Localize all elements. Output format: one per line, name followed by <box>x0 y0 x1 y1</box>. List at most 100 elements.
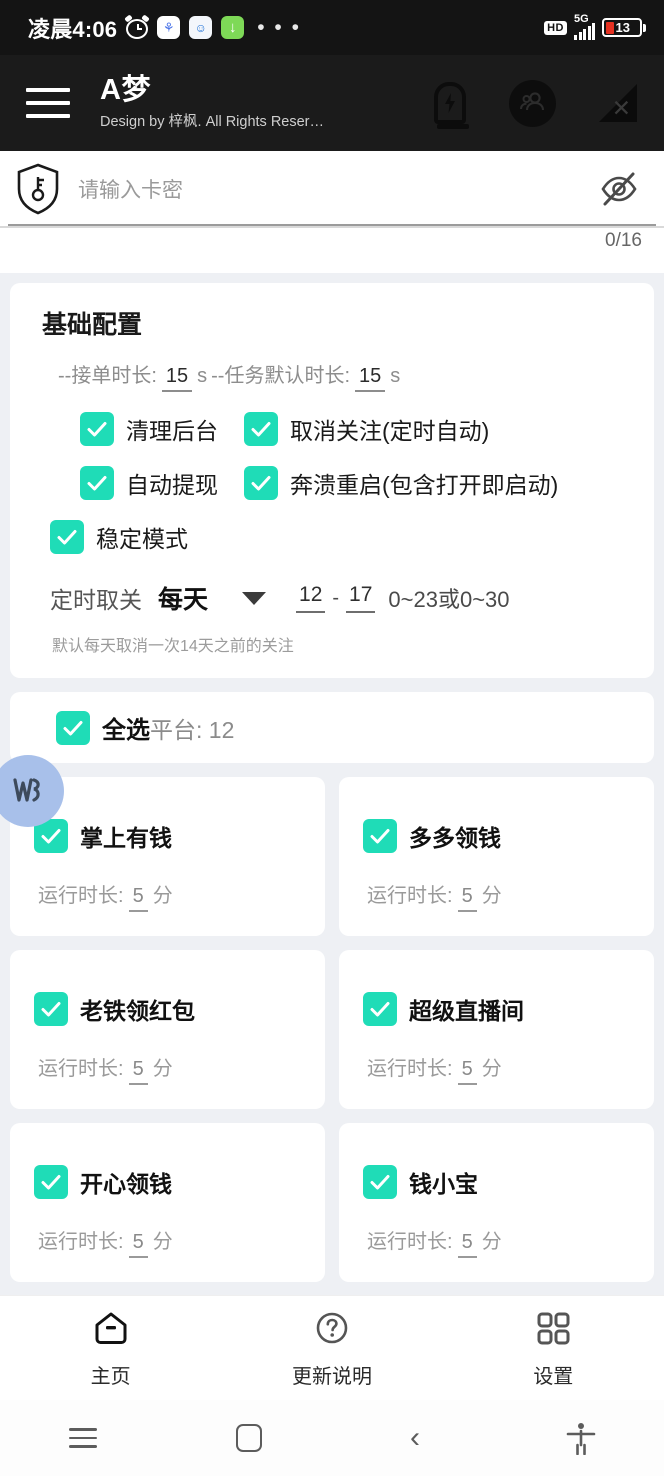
battery-boost-icon[interactable] <box>426 79 474 129</box>
phone-screen: 凌晨4:06 ⚘ ☺ ↓ • • • HD 5G 13 A梦 Design by… <box>0 0 664 1476</box>
signal-off-icon[interactable]: ✕ <box>590 79 638 127</box>
checkbox-platform[interactable] <box>363 819 397 853</box>
schedule-start-input[interactable]: 12 <box>296 583 326 613</box>
accept-duration-input[interactable]: 15 <box>161 365 193 392</box>
checkbox-clear-background[interactable] <box>80 412 114 446</box>
app-subtitle: Design by 梓枫. All Rights Reser… <box>100 114 325 131</box>
platform-card[interactable]: 多多领钱 运行时长: 5 分 <box>339 777 654 936</box>
status-bar: 凌晨4:06 ⚘ ☺ ↓ • • • HD 5G 13 <box>0 0 664 55</box>
download-icon: ↓ <box>221 16 245 39</box>
input-underline <box>8 224 656 226</box>
status-bar-left: 凌晨4:06 ⚘ ☺ ↓ • • • <box>28 12 301 44</box>
run-duration-input[interactable]: 5 <box>457 885 477 912</box>
run-duration-label: 运行时长: <box>367 1231 453 1253</box>
select-all-panel: 全选 平台: 12 <box>10 692 654 763</box>
checkbox-row-2: 自动提现 奔溃重启(包含打开即启动) <box>80 466 634 500</box>
default-duration-input[interactable]: 15 <box>355 365 386 392</box>
checkbox-platform[interactable] <box>34 992 68 1026</box>
schedule-separator: - <box>332 586 340 609</box>
bottom-tabbar: 主页 更新说明 设置 <box>0 1295 664 1400</box>
doraemon-app-icon: ☺ <box>189 16 213 39</box>
chevron-down-icon[interactable] <box>242 591 267 605</box>
status-bar-right: HD 5G 13 <box>544 14 646 40</box>
platform-name: 开心领钱 <box>80 1171 172 1197</box>
platform-card[interactable]: 开心领钱 运行时长: 5 分 <box>10 1123 325 1282</box>
run-duration-unit: 分 <box>152 885 173 907</box>
run-duration-label: 运行时长: <box>367 1058 453 1080</box>
platform-header: 掌上有钱 <box>34 819 325 853</box>
card-key-input[interactable]: 请输入卡密 <box>78 174 598 204</box>
platform-card[interactable]: 超级直播间 运行时长: 5 分 <box>339 950 654 1109</box>
checkbox-platform[interactable] <box>34 1165 68 1199</box>
checkbox-row-3: 稳定模式 <box>50 520 634 554</box>
contacts-icon[interactable] <box>508 79 556 127</box>
hamburger-menu-icon[interactable] <box>26 88 70 118</box>
platform-duration-row: 运行时长: 5 分 <box>367 1052 654 1085</box>
checkbox-crash-restart[interactable] <box>244 466 278 500</box>
home-square-icon[interactable] <box>166 1424 332 1452</box>
platform-duration-row: 运行时长: 5 分 <box>367 1225 654 1258</box>
schedule-end-input[interactable]: 17 <box>346 583 376 613</box>
schedule-note: 默认每天取消一次14天之前的关注 <box>52 638 294 655</box>
checkbox-label-crash-restart: 奔溃重启(包含打开即启动) <box>290 472 559 498</box>
app-title: A梦 <box>100 73 151 106</box>
checkbox-platform[interactable] <box>363 1165 397 1199</box>
network-indicator: 5G <box>574 14 595 40</box>
schedule-select-value[interactable]: 每天 <box>158 580 208 616</box>
app-title-group: A梦 Design by 梓枫. All Rights Reser… <box>100 73 426 131</box>
checkbox-select-all-platforms[interactable] <box>56 710 90 745</box>
tab-settings[interactable]: 设置 <box>443 1307 664 1389</box>
home-icon <box>92 1307 130 1349</box>
battery-percent: 13 <box>615 20 630 35</box>
platform-name: 老铁领红包 <box>80 998 195 1024</box>
platform-header: 开心领钱 <box>34 1165 325 1199</box>
platform-header: 钱小宝 <box>363 1165 654 1199</box>
run-duration-input[interactable]: 5 <box>128 1058 148 1085</box>
default-duration-label: --任务默认时长: <box>211 365 351 387</box>
checkbox-unfollow-auto[interactable] <box>244 412 278 446</box>
run-duration-label: 运行时长: <box>38 1231 124 1253</box>
tab-update-notes[interactable]: 更新说明 <box>221 1307 442 1389</box>
checkbox-row-1: 清理后台 取消关注(定时自动) <box>80 412 634 446</box>
run-duration-input[interactable]: 5 <box>128 1231 148 1258</box>
status-time: 凌晨4:06 <box>28 16 118 42</box>
checkbox-auto-withdraw[interactable] <box>80 466 114 500</box>
accessibility-icon[interactable] <box>498 1421 664 1455</box>
counter-row: 0/16 <box>0 228 664 273</box>
hd-badge: HD <box>544 20 567 35</box>
tab-label-settings: 设置 <box>533 1366 574 1388</box>
run-duration-unit: 分 <box>152 1231 173 1253</box>
run-duration-input[interactable]: 5 <box>457 1231 477 1258</box>
main-content: 基础配置 --接单时长: 15 s --任务默认时长: 15 s 清理后台 取消… <box>0 273 664 1295</box>
run-duration-input[interactable]: 5 <box>457 1058 477 1085</box>
checkbox-label-clear-background: 清理后台 <box>126 418 218 444</box>
checkbox-label-auto-withdraw: 自动提现 <box>126 472 218 498</box>
app-header: A梦 Design by 梓枫. All Rights Reser… ✕ <box>0 55 664 151</box>
platform-header: 超级直播间 <box>363 992 654 1026</box>
tab-home[interactable]: 主页 <box>0 1307 221 1389</box>
run-duration-label: 运行时长: <box>38 1058 124 1080</box>
platform-card[interactable]: 钱小宝 运行时长: 5 分 <box>339 1123 654 1282</box>
select-all-label: 全选 <box>102 717 150 744</box>
char-counter: 0/16 <box>605 230 642 251</box>
run-duration-input[interactable]: 5 <box>128 885 148 912</box>
card-key-row: 请输入卡密 <box>0 151 664 226</box>
run-duration-unit: 分 <box>481 885 502 907</box>
accept-duration-unit: s <box>197 365 208 387</box>
accept-duration-label: --接单时长: <box>58 365 157 387</box>
schedule-label: 定时取关 <box>50 587 142 613</box>
battery-indicator: 13 <box>602 18 646 37</box>
checkbox-stable-mode[interactable] <box>50 520 84 554</box>
eye-off-icon[interactable] <box>598 168 640 210</box>
signal-bars-icon <box>574 23 595 40</box>
page-title: 基础配置 <box>42 311 143 339</box>
checkbox-platform[interactable] <box>363 992 397 1026</box>
checkbox-label-stable-mode: 稳定模式 <box>96 526 188 552</box>
question-circle-icon <box>313 1307 351 1349</box>
select-all-row: 全选 平台: 12 <box>56 710 654 745</box>
platform-duration-row: 运行时长: 5 分 <box>38 879 325 912</box>
platform-card[interactable]: 老铁领红包 运行时长: 5 分 <box>10 950 325 1109</box>
recents-icon[interactable] <box>0 1428 166 1448</box>
back-chevron-icon[interactable]: ‹ <box>332 1423 498 1453</box>
grid-squares-icon <box>535 1307 571 1349</box>
